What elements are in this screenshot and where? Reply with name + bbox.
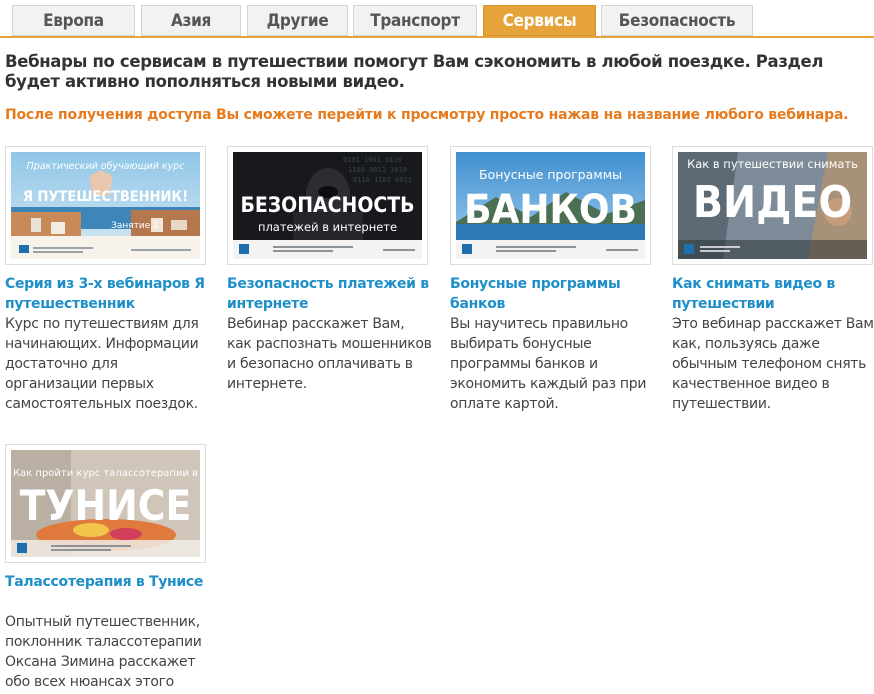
thumb-caption-main: ВИДЕО bbox=[693, 177, 852, 228]
thumb-caption-top: Как пройти курс талассотерапии в bbox=[13, 468, 198, 479]
webinar-card-payment-security: 0101 1001 0110 1100 0011 1010 0110 1101 … bbox=[227, 146, 432, 416]
tab-europe[interactable]: Европа bbox=[12, 5, 135, 36]
thumb-caption-sub: платежей в интернете bbox=[258, 220, 397, 234]
thumb-caption-top: Бонусные программы bbox=[479, 167, 622, 182]
webinar-description: Курс по путешествиям для начинающих. Инф… bbox=[5, 316, 199, 412]
thumb-caption-top: Как в путешествии снимать bbox=[687, 157, 858, 171]
tab-bar: Европа Азия Другие Транспорт Сервисы Без… bbox=[0, 0, 874, 36]
webinar-title-link[interactable]: Бонусные программы банков bbox=[450, 274, 655, 314]
security-thumbnail-image: 0101 1001 0110 1100 0011 1010 0110 1101 … bbox=[233, 152, 422, 259]
webinar-title-link[interactable]: Талассотерапия в Тунисе bbox=[5, 572, 210, 592]
access-notice: После получения доступа Вы сможете перей… bbox=[5, 107, 849, 123]
webinar-thumbnail[interactable]: 0101 1001 0110 1100 0011 1010 0110 1101 … bbox=[233, 152, 422, 259]
svg-text:1100 0011 1010: 1100 0011 1010 bbox=[348, 166, 407, 174]
webinar-title-link[interactable]: Безопасность платежей в интернете bbox=[227, 274, 432, 314]
webinar-card-travel-video: Как в путешествии снимать ВИДЕО Как сним… bbox=[672, 146, 874, 416]
webinar-description: Это вебинар расскажет Вам как, пользуясь… bbox=[672, 316, 874, 412]
video-thumbnail-image: Как в путешествии снимать ВИДЕО bbox=[678, 152, 867, 259]
webinar-thumbnail[interactable]: Как пройти курс талассотерапии в ТУНИСЕ bbox=[11, 450, 200, 557]
webinar-thumbnail[interactable]: Как в путешествии снимать ВИДЕО bbox=[678, 152, 867, 259]
banks-thumbnail-image: Бонусные программы БАНКОВ bbox=[456, 152, 645, 259]
webinar-thumbnail-frame[interactable]: Как пройти курс талассотерапии в ТУНИСЕ bbox=[5, 444, 206, 563]
webinar-card-traveler: Практический обучающий курс Я ПУТЕШЕСТВЕ… bbox=[5, 146, 210, 416]
webinar-thumbnail-frame[interactable]: Практический обучающий курс Я ПУТЕШЕСТВЕ… bbox=[5, 146, 206, 265]
webinar-thumbnail[interactable]: Практический обучающий курс Я ПУТЕШЕСТВЕ… bbox=[11, 152, 200, 259]
webinar-description: Вебинар расскажет Вам, как распознать мо… bbox=[227, 316, 432, 392]
webinar-description: Опытный путешественник, поклонник таласс… bbox=[5, 614, 202, 690]
svg-text:0101 1001 0110: 0101 1001 0110 bbox=[343, 156, 402, 164]
thumb-caption-main: ТУНИСЕ bbox=[20, 481, 192, 530]
thumb-caption-top: Практический обучающий курс bbox=[27, 161, 186, 172]
webinar-card-thalasso-tunisia: Как пройти курс талассотерапии в ТУНИСЕ … bbox=[5, 444, 210, 694]
tab-other[interactable]: Другие bbox=[247, 5, 348, 36]
intro-text: Вебнары по сервисам в путешествии помогу… bbox=[5, 52, 824, 91]
webinar-thumbnail-frame[interactable]: 0101 1001 0110 1100 0011 1010 0110 1101 … bbox=[227, 146, 428, 265]
webinar-card-bank-bonus: Бонусные программы БАНКОВ Бонусные прогр… bbox=[450, 146, 655, 416]
tab-asia[interactable]: Азия bbox=[141, 5, 241, 36]
tunisia-thumbnail-image: Как пройти курс талассотерапии в ТУНИСЕ bbox=[11, 450, 200, 557]
thumb-caption-main: БЕЗОПАСНОСТЬ bbox=[240, 193, 414, 217]
thumb-caption-main: БАНКОВ bbox=[464, 187, 637, 233]
webinar-thumbnail-frame[interactable]: Бонусные программы БАНКОВ bbox=[450, 146, 651, 265]
thumb-caption-main: Я ПУТЕШЕСТВЕННИК! bbox=[23, 189, 188, 205]
tab-security[interactable]: Безопасность bbox=[601, 5, 753, 36]
thumb-caption-sub: Занятие 1 bbox=[111, 221, 159, 231]
traveler-thumbnail-image: Практический обучающий курс Я ПУТЕШЕСТВЕ… bbox=[11, 152, 200, 259]
webinar-description: Вы научитесь правильно выбирать бонусные… bbox=[450, 316, 647, 412]
webinar-title-link[interactable]: Серия из 3-х вебинаров Я путешественник bbox=[5, 274, 210, 314]
tabs-underline bbox=[0, 36, 874, 38]
svg-text:0110 1101 0011: 0110 1101 0011 bbox=[353, 176, 412, 184]
webinar-title-link[interactable]: Как снимать видео в путешествии bbox=[672, 274, 874, 314]
tab-transport[interactable]: Транспорт bbox=[353, 5, 477, 36]
tab-services[interactable]: Сервисы bbox=[483, 5, 596, 36]
webinar-thumbnail[interactable]: Бонусные программы БАНКОВ bbox=[456, 152, 645, 259]
webinar-thumbnail-frame[interactable]: Как в путешествии снимать ВИДЕО bbox=[672, 146, 873, 265]
